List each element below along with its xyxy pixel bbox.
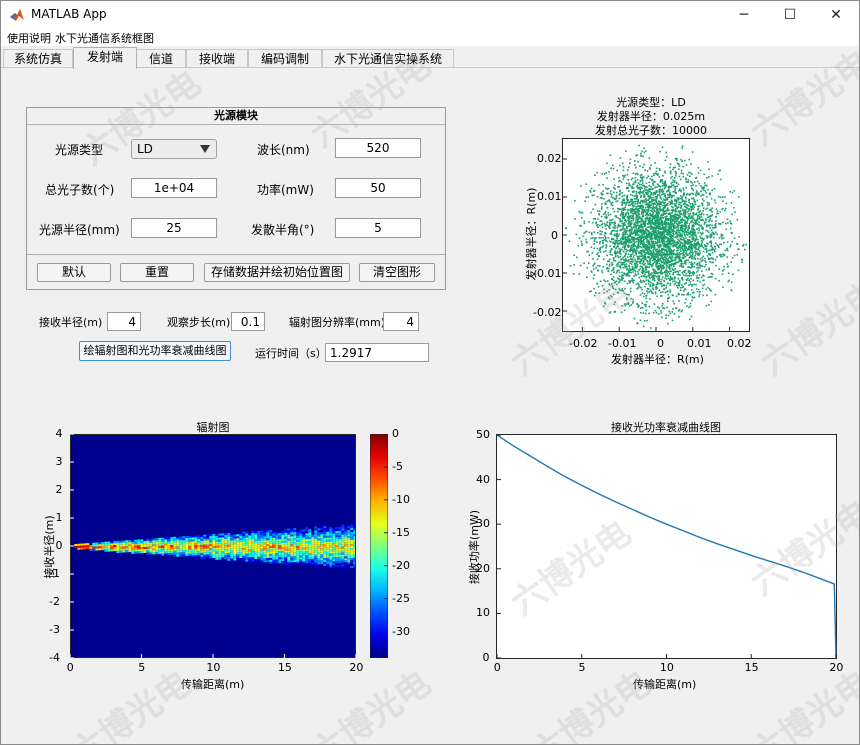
menu-bar: 使用说明 水下光通信系统框图	[1, 29, 859, 46]
heatmap-ytick-7: -2	[49, 595, 60, 608]
heatmap-ytick-8: -3	[49, 623, 60, 636]
light-source-panel: 光源模块 光源类型 LD 波长(nm) 520 总光子数(个) 1e+04 功率…	[26, 107, 446, 290]
matlab-logo-icon	[10, 9, 24, 21]
menu-item-manual[interactable]: 使用说明	[7, 30, 51, 46]
tab-strip: 系统仿真 发射端 信道 接收端 编码调制 水下光通信实操系统	[1, 46, 859, 69]
clear-figures-button[interactable]: 清空图形	[359, 263, 435, 282]
line-chart-title: 接收光功率衰减曲线图	[611, 421, 721, 434]
source-type-value: LD	[137, 142, 153, 156]
plot-radiation-button[interactable]: 绘辐射图和光功率衰减曲线图	[79, 341, 231, 361]
heatmap-xlabel: 传输距离(m)	[181, 678, 245, 691]
wavelength-input[interactable]: 520	[335, 138, 421, 158]
line-plot-frame	[496, 434, 837, 659]
divergence-input[interactable]: 5	[335, 218, 421, 238]
title-bar: MATLAB App ─ ☐ ✕	[1, 1, 859, 29]
scatter-xtick-4: 0.01	[687, 337, 712, 350]
app-window: MATLAB App ─ ☐ ✕ 使用说明 水下光通信系统框图 系统仿真 发射端…	[0, 0, 860, 745]
scatter-title-3: 发射总光子数：10000	[595, 124, 707, 137]
close-button[interactable]: ✕	[813, 1, 859, 29]
scatter-xtick-3: 0	[657, 337, 664, 350]
heatmap-ytick-2: 3	[55, 455, 63, 468]
window-title: MATLAB App	[31, 7, 107, 21]
power-label: 功率(mW)	[257, 183, 314, 197]
tab-transmitter[interactable]: 发射端	[73, 47, 137, 69]
tab-channel[interactable]: 信道	[136, 49, 186, 68]
scatter-xtick-1: -0.02	[569, 337, 598, 350]
source-type-dropdown[interactable]: LD	[131, 139, 217, 159]
power-decay-line-chart[interactable]	[496, 434, 837, 659]
line-xtick-2: 5	[578, 661, 586, 674]
tab-practical-system[interactable]: 水下光通信实操系统	[322, 49, 454, 68]
reset-button[interactable]: 重置	[120, 263, 194, 282]
line-ytick-5: 10	[476, 606, 490, 620]
chevron-down-icon	[200, 145, 210, 153]
line-ytick-1: 50	[476, 428, 490, 441]
heatmap-colorbar	[370, 434, 388, 658]
panel-divider	[27, 254, 445, 255]
runtime-label: 运行时间（s）	[255, 347, 327, 360]
source-type-label: 光源类型	[55, 143, 104, 157]
scatter-xtick-5: 0.02	[727, 337, 752, 350]
tab-receiver[interactable]: 接收端	[186, 49, 248, 68]
radiation-heatmap[interactable]	[70, 434, 356, 658]
scatter-plot-area[interactable]	[562, 138, 750, 332]
heatmap-xtick-4: 15	[277, 661, 292, 674]
colorbar-tick-1: 0	[392, 427, 399, 440]
scatter-ytick-2: 0.01	[537, 190, 562, 203]
runtime-output: 1.2917	[325, 343, 429, 362]
line-xtick-4: 15	[744, 661, 759, 674]
colorbar-tick-4: -15	[392, 525, 410, 539]
heatmap-xtick-3: 10	[206, 661, 221, 674]
recv-radius-input[interactable]: 4	[107, 312, 141, 331]
store-and-plot-button[interactable]: 存储数据并绘初始位置图	[204, 263, 350, 282]
scatter-xlabel: 发射器半径：R(m)	[611, 353, 704, 366]
photons-input[interactable]: 1e+04	[131, 178, 217, 198]
heatmap-title: 辐射图	[196, 421, 230, 434]
step-label: 观察步长(m)	[167, 316, 231, 329]
radius-label: 光源半径(mm)	[39, 223, 120, 237]
heatmap-xtick-2: 5	[138, 661, 146, 674]
line-ytick-2: 40	[476, 472, 490, 486]
colorbar-tick-3: -10	[392, 492, 410, 506]
heatmap-xtick-1: 0	[66, 661, 74, 674]
heatmap-ytick-9: -4	[49, 651, 60, 664]
maximize-button[interactable]: ☐	[767, 1, 813, 29]
tab-system-simulation[interactable]: 系统仿真	[3, 49, 73, 68]
heatmap-ytick-3: 2	[55, 483, 63, 496]
line-xlabel: 传输距离(m)	[633, 678, 697, 691]
minimize-button[interactable]: ─	[721, 1, 767, 29]
heatmap-ylabel: 接收半径(m)	[43, 515, 56, 579]
line-xtick-3: 10	[659, 661, 674, 674]
line-xtick-5: 20	[829, 661, 844, 674]
photons-label: 总光子数(个)	[45, 183, 115, 197]
line-xtick-1: 0	[493, 661, 501, 674]
colorbar-tick-7: -30	[392, 624, 410, 638]
colorbar-tick-2: -5	[392, 459, 403, 473]
step-input[interactable]: 0.1	[231, 312, 265, 331]
line-ylabel: 接收功率(mW)	[468, 509, 481, 585]
colorbar-gradient	[370, 434, 388, 658]
resolution-input[interactable]: 4	[383, 312, 419, 331]
default-button[interactable]: 默认	[37, 263, 111, 282]
scatter-ylabel: 发射器半径：R(m)	[525, 187, 538, 281]
radius-input[interactable]: 25	[131, 218, 217, 238]
scatter-ytick-1: 0.02	[537, 152, 562, 165]
scatter-ytick-5: -0.02	[533, 306, 562, 319]
scatter-xtick-2: -0.01	[608, 337, 637, 350]
colorbar-tick-6: -25	[392, 591, 410, 605]
heatmap-ytick-1: 4	[55, 427, 63, 440]
heatmap-xtick-5: 20	[349, 661, 364, 674]
divergence-label: 发散半角(°)	[251, 223, 315, 237]
tab-coding-modulation[interactable]: 编码调制	[248, 49, 322, 68]
recv-radius-label: 接收半径(m)	[39, 316, 103, 329]
line-ytick-6: 0	[482, 651, 490, 664]
menu-item-system-diagram[interactable]: 水下光通信系统框图	[55, 30, 154, 46]
power-input[interactable]: 50	[335, 178, 421, 198]
resolution-label: 辐射图分辨率(mm)	[289, 316, 386, 329]
scatter-ytick-3: 0	[551, 229, 558, 242]
panel-title: 光源模块	[27, 108, 445, 125]
colorbar-tick-5: -20	[392, 558, 410, 572]
wavelength-label: 波长(nm)	[257, 143, 310, 157]
